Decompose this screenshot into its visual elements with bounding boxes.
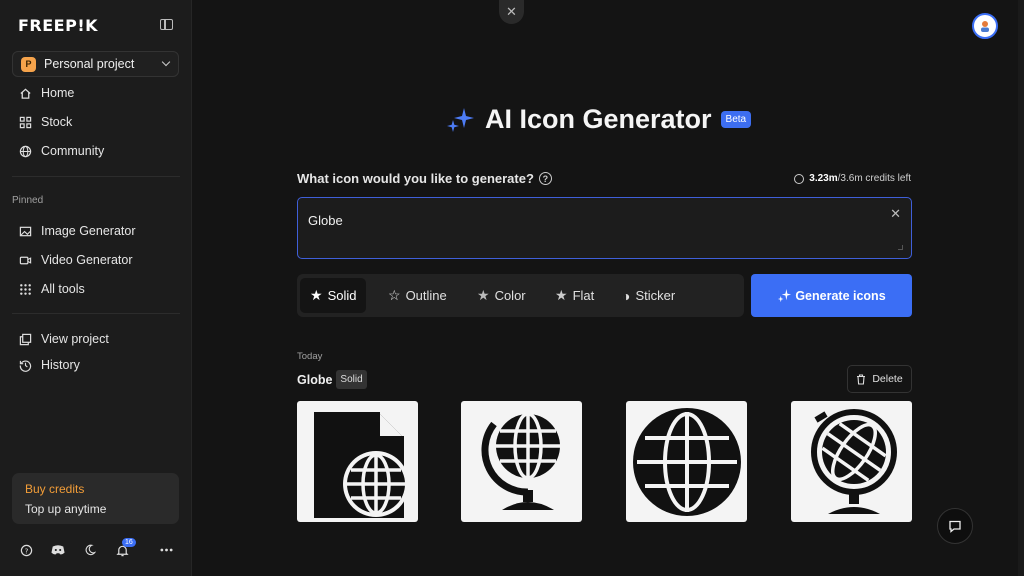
- sticker-icon: ◑: [622, 287, 631, 304]
- nav-label: History: [41, 358, 80, 372]
- globe-icon: [18, 144, 32, 158]
- style-label: Color: [494, 288, 526, 303]
- delete-button[interactable]: Delete: [847, 365, 912, 393]
- buy-credits-card[interactable]: Buy credits Top up anytime: [12, 473, 179, 524]
- discord-icon[interactable]: [50, 542, 66, 558]
- nav-item-history[interactable]: History: [18, 356, 80, 374]
- coin-icon: [794, 173, 805, 184]
- grid-icon: [18, 115, 32, 129]
- star-flat-icon: ★: [555, 287, 568, 303]
- nav-item-view-project[interactable]: View project: [18, 330, 109, 348]
- page-header: AI Icon Generator Beta: [446, 104, 752, 135]
- close-icon[interactable]: ✕: [499, 0, 524, 24]
- avatar[interactable]: [972, 13, 998, 39]
- style-tab-sticker[interactable]: ◑ Sticker: [612, 278, 685, 313]
- help-icon[interactable]: ?: [18, 542, 34, 558]
- delete-label: Delete: [872, 373, 903, 385]
- style-selector: ★ Solid ☆ Outline ★ Color ★ Flat ◑ Stick…: [297, 274, 744, 317]
- project-badge: P: [21, 56, 36, 72]
- style-tab-solid[interactable]: ★ Solid: [300, 278, 367, 313]
- notification-badge: 16: [122, 538, 136, 547]
- nav-label: View project: [41, 332, 109, 346]
- divider: [12, 176, 180, 177]
- pinned-label: Pinned: [12, 195, 44, 206]
- style-label: Outline: [405, 288, 447, 303]
- nav-item-image-generator[interactable]: Image Generator: [18, 222, 136, 240]
- dots-grid-icon: [18, 282, 32, 296]
- divider: [12, 313, 180, 314]
- project-selector[interactable]: P Personal project: [12, 51, 179, 77]
- prompt-value: Globe: [308, 213, 343, 228]
- credits-counter: 3.23m /3.6m credits left: [794, 173, 911, 184]
- home-icon: [18, 86, 32, 100]
- history-icon: [18, 358, 32, 372]
- prompt-question: What icon would you like to generate? ?: [297, 171, 552, 186]
- copy-icon: [18, 332, 32, 346]
- nav-item-home[interactable]: Home: [18, 84, 74, 102]
- style-label: Solid: [327, 288, 357, 303]
- freepik-logo[interactable]: FREEP!K: [18, 16, 98, 35]
- credits-used: 3.23m: [809, 173, 838, 184]
- result-title: Globe: [297, 372, 333, 387]
- prompt-question-text: What icon would you like to generate?: [297, 171, 534, 186]
- moon-icon[interactable]: [82, 542, 98, 558]
- desk-globe-icon: [481, 411, 560, 510]
- generate-icons-button[interactable]: Generate icons: [751, 274, 912, 317]
- sidebar: FREEP!K P Personal project Home Stock Co…: [0, 0, 192, 576]
- nav-item-all-tools[interactable]: All tools: [18, 280, 85, 298]
- nav-item-community[interactable]: Community: [18, 142, 104, 160]
- nav-label: All tools: [41, 282, 85, 296]
- clear-icon[interactable]: ✕: [890, 206, 901, 222]
- globe-icon: [632, 407, 741, 516]
- nav-item-video-generator[interactable]: Video Generator: [18, 251, 133, 269]
- trash-icon: [857, 373, 866, 385]
- nav-label: Video Generator: [41, 253, 133, 267]
- nav-item-stock[interactable]: Stock: [18, 113, 72, 131]
- buy-credits-subtitle: Top up anytime: [25, 502, 107, 516]
- prompt-input[interactable]: Globe ✕: [297, 197, 912, 259]
- sparkles-icon: [447, 107, 474, 132]
- star-color-icon: ★: [477, 287, 490, 303]
- globe-document-icon: [313, 411, 409, 518]
- nav-label: Community: [41, 144, 105, 158]
- style-tab-flat[interactable]: ★ Flat: [545, 278, 604, 313]
- chevron-down-icon: [161, 57, 171, 67]
- chat-icon[interactable]: [937, 508, 973, 544]
- nav-label: Stock: [41, 115, 73, 129]
- beta-badge: Beta: [720, 111, 752, 128]
- star-filled-icon: ★: [310, 287, 323, 303]
- generate-label: Generate icons: [795, 288, 886, 303]
- style-tab-outline[interactable]: ☆ Outline: [378, 278, 457, 313]
- result-icon-3[interactable]: [626, 401, 747, 522]
- question-help-icon[interactable]: ?: [538, 172, 552, 185]
- result-icon-1[interactable]: [297, 401, 418, 522]
- project-name: Personal project: [44, 57, 135, 71]
- result-icon-2[interactable]: [461, 401, 582, 522]
- svg-text:?: ?: [24, 546, 28, 555]
- nav-label: Image Generator: [41, 224, 136, 238]
- result-header: Globe Solid: [297, 370, 367, 389]
- result-icon-4[interactable]: [791, 401, 912, 522]
- style-label: Sticker: [635, 288, 676, 303]
- results-date: Today: [297, 351, 323, 362]
- buy-credits-title[interactable]: Buy credits: [25, 482, 166, 496]
- credits-total: /3.6m credits left: [837, 173, 911, 184]
- sidebar-toggle-icon[interactable]: [160, 19, 173, 30]
- image-icon: [18, 224, 32, 238]
- nav-label: Home: [41, 86, 75, 100]
- star-outline-icon: ☆: [388, 287, 401, 303]
- more-icon[interactable]: [158, 542, 174, 558]
- style-label: Flat: [572, 288, 595, 303]
- style-tab-color[interactable]: ★ Color: [467, 278, 536, 313]
- video-icon: [18, 253, 32, 267]
- style-tag: Solid: [336, 370, 367, 389]
- resize-handle[interactable]: [898, 245, 903, 250]
- sparkles-icon: [778, 288, 792, 303]
- sidebar-footer: ? 16: [18, 538, 178, 560]
- page-title: AI Icon Generator: [485, 104, 712, 134]
- tilted-globe-icon: [810, 408, 897, 514]
- scrollbar[interactable]: [1018, 0, 1024, 576]
